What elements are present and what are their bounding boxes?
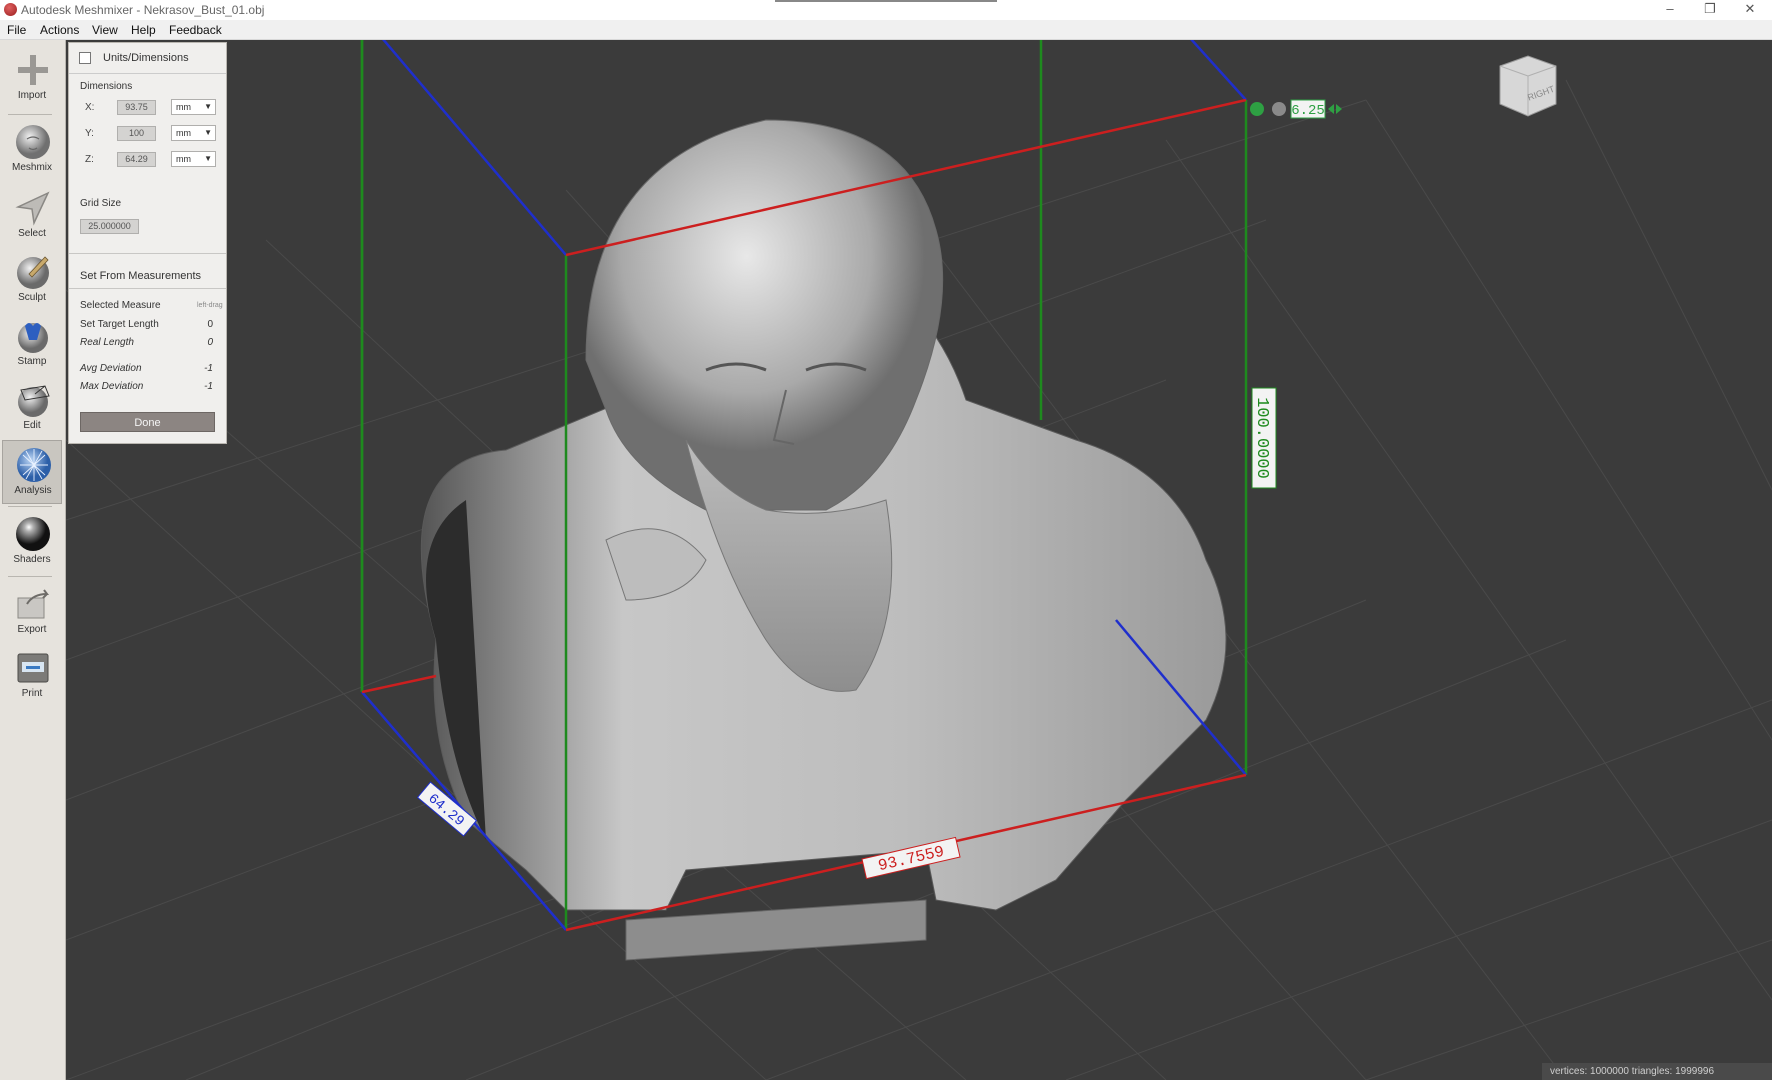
left-toolbar: Import Meshmix Select Sculpt Stamp Edit …	[0, 40, 66, 1080]
max-deviation-label: Max Deviation	[80, 381, 144, 392]
grid-step-gizmo[interactable]: 6.25	[1250, 99, 1342, 119]
tool-import[interactable]: Import	[2, 46, 62, 110]
height-value-text: 100.0000	[1252, 397, 1271, 479]
dim-y-label: Y:	[85, 128, 94, 139]
dim-z-field[interactable]: 64.29	[117, 152, 156, 167]
selected-measure-hint: left-drag	[197, 302, 223, 309]
tool-analysis[interactable]: Analysis	[2, 440, 62, 504]
dim-y-unit-select[interactable]: mm ▼	[171, 125, 216, 141]
avg-deviation-label: Avg Deviation	[80, 363, 142, 374]
tool-label: Select	[18, 228, 46, 239]
avg-deviation-value: -1	[204, 363, 213, 374]
tool-sculpt[interactable]: Sculpt	[2, 248, 62, 312]
menu-actions[interactable]: Actions	[40, 23, 79, 37]
unit-value: mm	[176, 128, 191, 138]
toolbar-divider	[8, 576, 52, 577]
real-length-label: Real Length	[80, 337, 134, 348]
stamp-icon	[18, 323, 48, 353]
real-length-value: 0	[207, 337, 213, 348]
units-dimensions-panel: Units/Dimensions Dimensions X: 93.75 mm ▼…	[68, 42, 227, 444]
status-bar: vertices: 1000000 triangles: 1999996	[1542, 1063, 1772, 1080]
dropdown-arrow-icon: ▼	[204, 128, 212, 137]
grid-size-heading: Grid Size	[80, 198, 122, 209]
dim-x-label: X:	[85, 102, 95, 113]
grid-size-field[interactable]: 25.000000	[80, 219, 139, 234]
target-length-value[interactable]: 0	[199, 319, 213, 330]
set-from-measurements-heading: Set From Measurements	[80, 270, 202, 282]
panel-divider	[69, 288, 226, 289]
title-progress-indicator	[775, 0, 997, 2]
target-length-label: Set Target Length	[80, 319, 159, 330]
menu-help[interactable]: Help	[131, 23, 156, 37]
tool-label: Sculpt	[18, 292, 46, 303]
toolbar-divider	[8, 114, 52, 115]
panel-header: Units/Dimensions	[69, 43, 226, 74]
toolbar-divider	[8, 506, 52, 507]
panel-divider	[69, 253, 226, 254]
tool-export[interactable]: Export	[2, 580, 62, 644]
arrows-icon[interactable]	[1328, 104, 1342, 114]
dim-z-label: Z:	[85, 154, 94, 165]
dim-y-field[interactable]: 100	[117, 126, 156, 141]
close-button[interactable]: ✕	[1730, 0, 1770, 20]
dimensions-heading: Dimensions	[80, 81, 133, 92]
tool-label: Stamp	[17, 356, 47, 367]
grey-a-icon[interactable]	[1272, 102, 1286, 116]
view-cube[interactable]: RIGHT	[1499, 55, 1557, 117]
dim-z-unit-select[interactable]: mm ▼	[171, 151, 216, 167]
restore-button[interactable]: ❐	[1690, 0, 1730, 20]
tool-select[interactable]: Select	[2, 184, 62, 248]
panel-title: Units/Dimensions	[103, 52, 189, 64]
3d-viewport[interactable]: 93.7559 100.0000 64.29 6.25 RIGHT vertic…	[66, 40, 1772, 1080]
dimension-height-label: 100.0000	[1251, 387, 1277, 489]
brush-sphere-icon	[17, 256, 49, 289]
tool-meshmix[interactable]: Meshmix	[2, 118, 62, 182]
dropdown-arrow-icon: ▼	[204, 102, 212, 111]
wireframe-sphere-icon	[18, 385, 50, 417]
unit-value: mm	[176, 102, 191, 112]
panel-window-icon	[79, 52, 91, 64]
menu-file[interactable]: File	[7, 23, 26, 37]
tool-print[interactable]: Print	[2, 644, 62, 708]
title-bar: Autodesk Meshmixer - Nekrasov_Bust_01.ob…	[0, 0, 1772, 20]
menu-view[interactable]: View	[92, 23, 118, 37]
dim-x-unit-select[interactable]: mm ▼	[171, 99, 216, 115]
face-sphere-icon	[16, 125, 50, 159]
window-title: Autodesk Meshmixer - Nekrasov_Bust_01.ob…	[21, 3, 265, 17]
dropdown-arrow-icon: ▼	[204, 154, 212, 163]
tool-label: Meshmix	[11, 162, 52, 173]
minimize-button[interactable]: –	[1650, 0, 1690, 20]
done-button[interactable]: Done	[80, 412, 215, 432]
plus-icon	[18, 55, 48, 85]
menu-feedback[interactable]: Feedback	[169, 23, 222, 37]
menu-bar: File Actions View Help Feedback	[0, 20, 1772, 40]
green-s-icon[interactable]	[1250, 102, 1264, 116]
grid-step-text: 6.25	[1291, 103, 1325, 119]
printer-icon	[17, 653, 49, 683]
tool-label: Print	[21, 688, 43, 699]
unit-value: mm	[176, 154, 191, 164]
analysis-icon	[17, 448, 51, 482]
tool-label: Analysis	[14, 485, 52, 496]
meshmixer-logo-icon	[4, 3, 17, 16]
export-icon	[17, 589, 49, 619]
scene[interactable]: 93.7559 100.0000 64.29 6.25 RIGHT	[66, 40, 1772, 1080]
arrow-cursor-icon	[15, 191, 50, 226]
tool-label: Edit	[23, 420, 41, 431]
dim-x-field[interactable]: 93.75	[117, 100, 156, 115]
shader-ball-icon	[16, 517, 50, 551]
tool-label: Shaders	[13, 554, 51, 565]
tool-shaders[interactable]: Shaders	[2, 510, 62, 574]
selected-measure-label: Selected Measure	[80, 300, 161, 311]
tool-stamp[interactable]: Stamp	[2, 312, 62, 376]
tool-label: Export	[17, 624, 47, 635]
tool-label: Import	[17, 90, 47, 101]
max-deviation-value: -1	[204, 381, 213, 392]
tool-edit[interactable]: Edit	[2, 376, 62, 440]
bust-model[interactable]	[420, 119, 1227, 961]
